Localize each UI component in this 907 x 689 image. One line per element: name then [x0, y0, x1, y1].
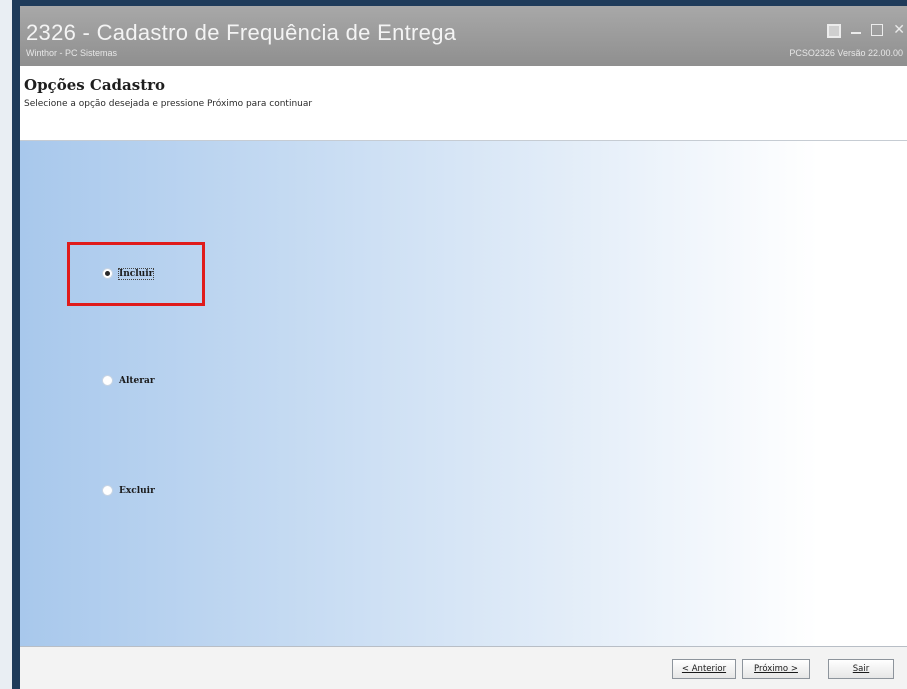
window-controls: ✕ — [827, 23, 905, 38]
window-left-border — [12, 6, 20, 689]
close-icon[interactable]: ✕ — [893, 23, 905, 38]
title-bar[interactable]: 2326 - Cadastro de Frequência de Entrega… — [20, 6, 907, 66]
option-incluir[interactable]: Incluir — [102, 267, 155, 280]
options-panel: Incluir Alterar Excluir — [20, 141, 907, 646]
next-button[interactable]: Próximo > — [742, 659, 810, 679]
option-label[interactable]: Excluir — [119, 486, 155, 496]
option-label[interactable]: Alterar — [119, 376, 155, 386]
minimize-icon[interactable] — [851, 32, 862, 34]
option-excluir[interactable]: Excluir — [102, 485, 155, 496]
page-description: Selecione a opção desejada e pressione P… — [24, 99, 313, 109]
radio-excluir[interactable] — [102, 485, 113, 496]
page-title: Opções Cadastro — [24, 76, 166, 94]
option-label[interactable]: Incluir — [117, 267, 155, 280]
wizard-footer: < Anterior Próximo > Sair — [20, 646, 907, 689]
desktop-background — [0, 0, 12, 689]
dialog-window: 2326 - Cadastro de Frequência de Entrega… — [20, 6, 907, 689]
radio-alterar[interactable] — [102, 375, 113, 386]
window-subtitle: Winthor - PC Sistemas — [26, 48, 118, 58]
wizard-header: Opções Cadastro Selecione a opção deseja… — [20, 66, 907, 141]
option-alterar[interactable]: Alterar — [102, 375, 155, 386]
radio-incluir[interactable] — [102, 268, 113, 279]
previous-button[interactable]: < Anterior — [672, 659, 736, 679]
restore-icon[interactable] — [827, 24, 842, 38]
exit-button[interactable]: Sair — [828, 659, 894, 679]
maximize-icon[interactable] — [871, 24, 884, 36]
version-label: PCSO2326 Versão 22.00.00 — [789, 48, 903, 58]
window-title: 2326 - Cadastro de Frequência de Entrega — [26, 20, 457, 45]
